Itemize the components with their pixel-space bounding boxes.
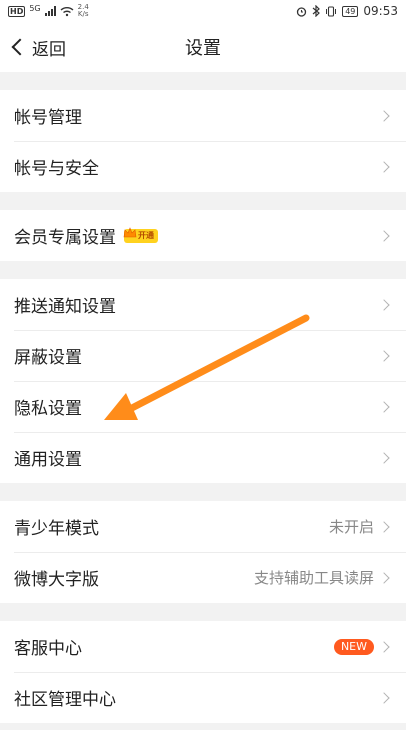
chevron-right-icon bbox=[378, 640, 390, 653]
settings-item-value: 未开启 bbox=[328, 518, 374, 536]
section-divider bbox=[0, 261, 406, 279]
settings-item-label: 通用设置 bbox=[14, 450, 82, 470]
new-badge: NEW bbox=[333, 638, 374, 655]
settings-group-general: 推送通知设置 屏蔽设置 隐私设置 通用设置 bbox=[0, 279, 406, 483]
settings-item-general[interactable]: 通用设置 bbox=[0, 432, 406, 483]
settings-item-label: 社区管理中心 bbox=[14, 690, 116, 710]
signal-icon bbox=[44, 6, 56, 16]
bluetooth-icon bbox=[312, 5, 321, 17]
wifi-icon bbox=[60, 6, 74, 16]
section-divider bbox=[0, 72, 406, 90]
settings-item-label: 隐私设置 bbox=[14, 399, 82, 419]
back-label: 返回 bbox=[32, 39, 66, 60]
vip-badge-label: 开通 bbox=[138, 231, 154, 240]
chevron-right-icon bbox=[378, 400, 390, 413]
chevron-right-icon bbox=[378, 451, 390, 464]
section-divider bbox=[0, 483, 406, 501]
settings-group-modes: 青少年模式 未开启 微博大字版 支持辅助工具读屏 bbox=[0, 501, 406, 603]
status-bar: HD 5G 2.4 K/s 49 09:53 bbox=[0, 0, 406, 22]
settings-group-vip: 会员专属设置 开通 bbox=[0, 210, 406, 261]
chevron-right-icon bbox=[378, 109, 390, 122]
chevron-right-icon bbox=[378, 349, 390, 362]
chevron-right-icon bbox=[378, 229, 390, 242]
settings-item-customer-service[interactable]: 客服中心 NEW bbox=[0, 621, 406, 672]
settings-group-support: 客服中心 NEW 社区管理中心 bbox=[0, 621, 406, 723]
section-divider bbox=[0, 192, 406, 210]
network-speed: 2.4 K/s bbox=[78, 4, 89, 18]
settings-item-label: 客服中心 bbox=[14, 639, 82, 659]
hd-indicator: HD bbox=[8, 5, 26, 17]
chevron-left-icon bbox=[11, 38, 29, 56]
settings-item-large-font[interactable]: 微博大字版 支持辅助工具读屏 bbox=[0, 552, 406, 603]
crown-icon bbox=[123, 226, 137, 237]
settings-item-label: 青少年模式 bbox=[14, 519, 99, 539]
settings-item-account-security[interactable]: 帐号与安全 bbox=[0, 141, 406, 192]
chevron-right-icon bbox=[378, 520, 390, 533]
settings-group-account: 帐号管理 帐号与安全 bbox=[0, 90, 406, 192]
battery-icon: 49 bbox=[342, 5, 359, 17]
network-type: 5G bbox=[29, 3, 41, 13]
chevron-right-icon bbox=[378, 571, 390, 584]
settings-item-blocking[interactable]: 屏蔽设置 bbox=[0, 330, 406, 381]
clock: 09:53 bbox=[363, 4, 398, 18]
settings-item-community-management[interactable]: 社区管理中心 bbox=[0, 672, 406, 723]
settings-item-account-management[interactable]: 帐号管理 bbox=[0, 90, 406, 141]
settings-item-label: 屏蔽设置 bbox=[14, 348, 82, 368]
settings-item-label: 帐号与安全 bbox=[14, 159, 99, 179]
speed-unit: K/s bbox=[77, 10, 89, 18]
settings-item-label: 帐号管理 bbox=[14, 108, 82, 128]
settings-item-label: 会员专属设置 bbox=[14, 228, 116, 248]
navigation-bar: 返回 设置 bbox=[0, 22, 406, 72]
back-button[interactable]: 返回 bbox=[10, 22, 66, 72]
settings-item-vip[interactable]: 会员专属设置 开通 bbox=[0, 210, 406, 261]
settings-item-label: 推送通知设置 bbox=[14, 297, 116, 317]
settings-item-teen-mode[interactable]: 青少年模式 未开启 bbox=[0, 501, 406, 552]
settings-item-value: 支持辅助工具读屏 bbox=[253, 569, 374, 587]
settings-item-privacy[interactable]: 隐私设置 bbox=[0, 381, 406, 432]
alarm-icon bbox=[297, 6, 307, 17]
settings-item-push-notifications[interactable]: 推送通知设置 bbox=[0, 279, 406, 330]
vip-badge: 开通 bbox=[123, 226, 158, 243]
section-divider bbox=[0, 603, 406, 621]
chevron-right-icon bbox=[378, 298, 390, 311]
chevron-right-icon bbox=[378, 691, 390, 704]
settings-item-label: 微博大字版 bbox=[14, 570, 99, 590]
vibrate-icon bbox=[326, 5, 337, 17]
chevron-right-icon bbox=[378, 160, 390, 173]
